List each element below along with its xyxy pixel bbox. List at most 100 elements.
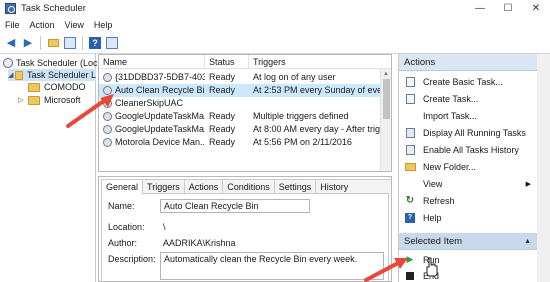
window-title: Task Scheduler [21, 3, 86, 14]
expand-chevron-icon[interactable]: ▷ [18, 96, 26, 104]
table-row[interactable]: GoogleUpdateTaskMa... Ready Multiple tri… [99, 110, 381, 123]
minimize-button[interactable]: — [466, 0, 494, 17]
location-label: Location: [108, 222, 145, 232]
tab-settings[interactable]: Settings [273, 179, 317, 194]
task-name: CleanerSkipUAC [115, 98, 184, 108]
tree-item-label: Task Scheduler L [26, 70, 96, 80]
collapse-icon[interactable]: ▲ [524, 233, 531, 250]
back-button[interactable]: ◀ [4, 36, 18, 50]
refresh-action[interactable]: ↻ Refresh [399, 192, 537, 209]
tab-actions[interactable]: Actions [183, 179, 224, 194]
task-name: GoogleUpdateTaskMa... [115, 124, 205, 134]
expand-chevron-icon[interactable]: ◢ [8, 71, 13, 79]
action-label: Import Task... [423, 110, 477, 121]
selected-item-header[interactable]: Selected Item ▲ [399, 233, 537, 250]
details-tabs: General Triggers Actions Conditions Sett… [101, 179, 391, 206]
help-button[interactable]: ? [88, 36, 102, 50]
console-tree: Task Scheduler (Loc ◢ Task Scheduler L C… [0, 54, 98, 282]
folder-icon [28, 95, 40, 105]
tab-general[interactable]: General [101, 179, 144, 194]
enable-tasks-history-action[interactable]: Enable All Tasks History [399, 141, 537, 158]
maximize-button[interactable]: ☐ [494, 0, 522, 17]
tree-item-label: COMODO [44, 82, 86, 92]
action-label: Run [423, 255, 537, 265]
table-row[interactable]: GoogleUpdateTaskMa... Ready At 8:00 AM e… [99, 123, 381, 136]
column-header-triggers[interactable]: Triggers [249, 55, 381, 69]
create-task-action[interactable]: Create Task... [399, 90, 537, 107]
tree-item-library[interactable]: ◢ Task Scheduler L [8, 69, 96, 81]
new-folder-action[interactable]: New Folder... [399, 158, 537, 175]
task-triggers: At 2:53 PM every Sunday of every w [253, 85, 381, 95]
scrollbar-thumb[interactable] [383, 79, 390, 119]
actions-pane: Actions Create Basic Task... Create Task… [398, 54, 537, 282]
description-field[interactable]: Automatically clean the Recycle Bin ever… [160, 252, 384, 280]
help-action[interactable]: ? Help [399, 209, 537, 226]
table-row[interactable]: {31DDBD37-5DB7-403... Ready At log on of… [99, 71, 381, 84]
action-label: Create Basic Task... [423, 76, 503, 87]
show-hide-tree-button[interactable] [63, 36, 77, 50]
task-icon [103, 73, 112, 82]
show-action-pane-button[interactable] [105, 36, 119, 50]
annotation-arrow-icon [66, 94, 114, 128]
run-action[interactable]: ▶ Run [399, 251, 537, 268]
import-task-action[interactable]: Import Task... [399, 107, 537, 124]
tab-conditions[interactable]: Conditions [222, 179, 275, 194]
tree-root[interactable]: Task Scheduler (Loc [3, 57, 98, 69]
forward-button[interactable]: ▶ [21, 36, 35, 50]
author-value: AADRIKA\Krishna [163, 238, 236, 248]
description-label: Description: [108, 254, 156, 264]
toolbar: ◀ ▶ ? [0, 32, 550, 54]
display-running-tasks-action[interactable]: Display All Running Tasks [399, 124, 537, 141]
end-action[interactable]: End [399, 267, 537, 282]
task-list-scrollbar[interactable]: ▲ [380, 69, 391, 171]
action-label: Create Task... [423, 93, 479, 104]
action-pane-icon [106, 36, 118, 49]
location-value: \ [163, 222, 166, 232]
task-triggers: At log on of any user [253, 72, 336, 82]
actions-header: Actions [399, 54, 537, 71]
up-folder-button[interactable] [46, 36, 60, 50]
menu-view[interactable]: View [60, 20, 89, 30]
running-tasks-icon [403, 127, 417, 138]
help-icon: ? [89, 36, 101, 49]
scroll-up-icon[interactable]: ▲ [383, 71, 389, 77]
task-triggers: At 8:00 AM every day - After trigger [253, 124, 381, 134]
name-field[interactable]: Auto Clean Recycle Bin [160, 199, 310, 213]
create-basic-task-icon [403, 76, 417, 87]
create-task-icon [403, 93, 417, 104]
create-basic-task-action[interactable]: Create Basic Task... [399, 73, 537, 90]
view-action[interactable]: View ▶ [399, 175, 537, 192]
console-tree-icon [64, 36, 76, 49]
action-label: View [423, 178, 443, 189]
action-label: Enable All Tasks History [423, 144, 519, 155]
selected-item-label: Selected Item [404, 236, 463, 247]
column-header-name[interactable]: Name [99, 55, 205, 69]
task-name: {31DDBD37-5DB7-403... [115, 72, 205, 82]
author-label: Author: [108, 238, 138, 248]
title-bar: Task Scheduler — ☐ ✕ [0, 0, 550, 17]
actions-scrollbar[interactable] [537, 54, 550, 282]
name-label: Name: [108, 201, 135, 211]
toolbar-separator [40, 35, 41, 50]
close-button[interactable]: ✕ [522, 0, 550, 17]
task-status [209, 97, 249, 110]
tree-root-label: Task Scheduler (Loc [16, 58, 98, 68]
task-triggers: Multiple triggers defined [253, 111, 349, 121]
menu-action[interactable]: Action [25, 20, 60, 30]
menu-file[interactable]: File [0, 20, 25, 30]
table-row[interactable]: Auto Clean Recycle Bin Ready At 2:53 PM … [99, 84, 381, 97]
tab-triggers[interactable]: Triggers [142, 179, 185, 194]
action-label: Refresh [423, 195, 455, 206]
task-list: Name Status Triggers {31DDBD37-5DB7-403.… [98, 54, 392, 172]
table-row[interactable]: Motorola Device Man... Ready At 5:56 PM … [99, 136, 381, 149]
table-row[interactable]: CleanerSkipUAC [99, 97, 381, 110]
toolbar-separator [82, 35, 83, 50]
task-icon [103, 138, 112, 147]
column-header-status[interactable]: Status [205, 55, 249, 69]
task-name: GoogleUpdateTaskMa... [115, 111, 205, 121]
menu-help[interactable]: Help [89, 20, 118, 30]
tab-history[interactable]: History (disabled) [315, 179, 391, 206]
task-name: Motorola Device Man... [115, 137, 205, 147]
submenu-arrow-icon: ▶ [525, 180, 531, 188]
task-status: Ready [209, 124, 236, 134]
